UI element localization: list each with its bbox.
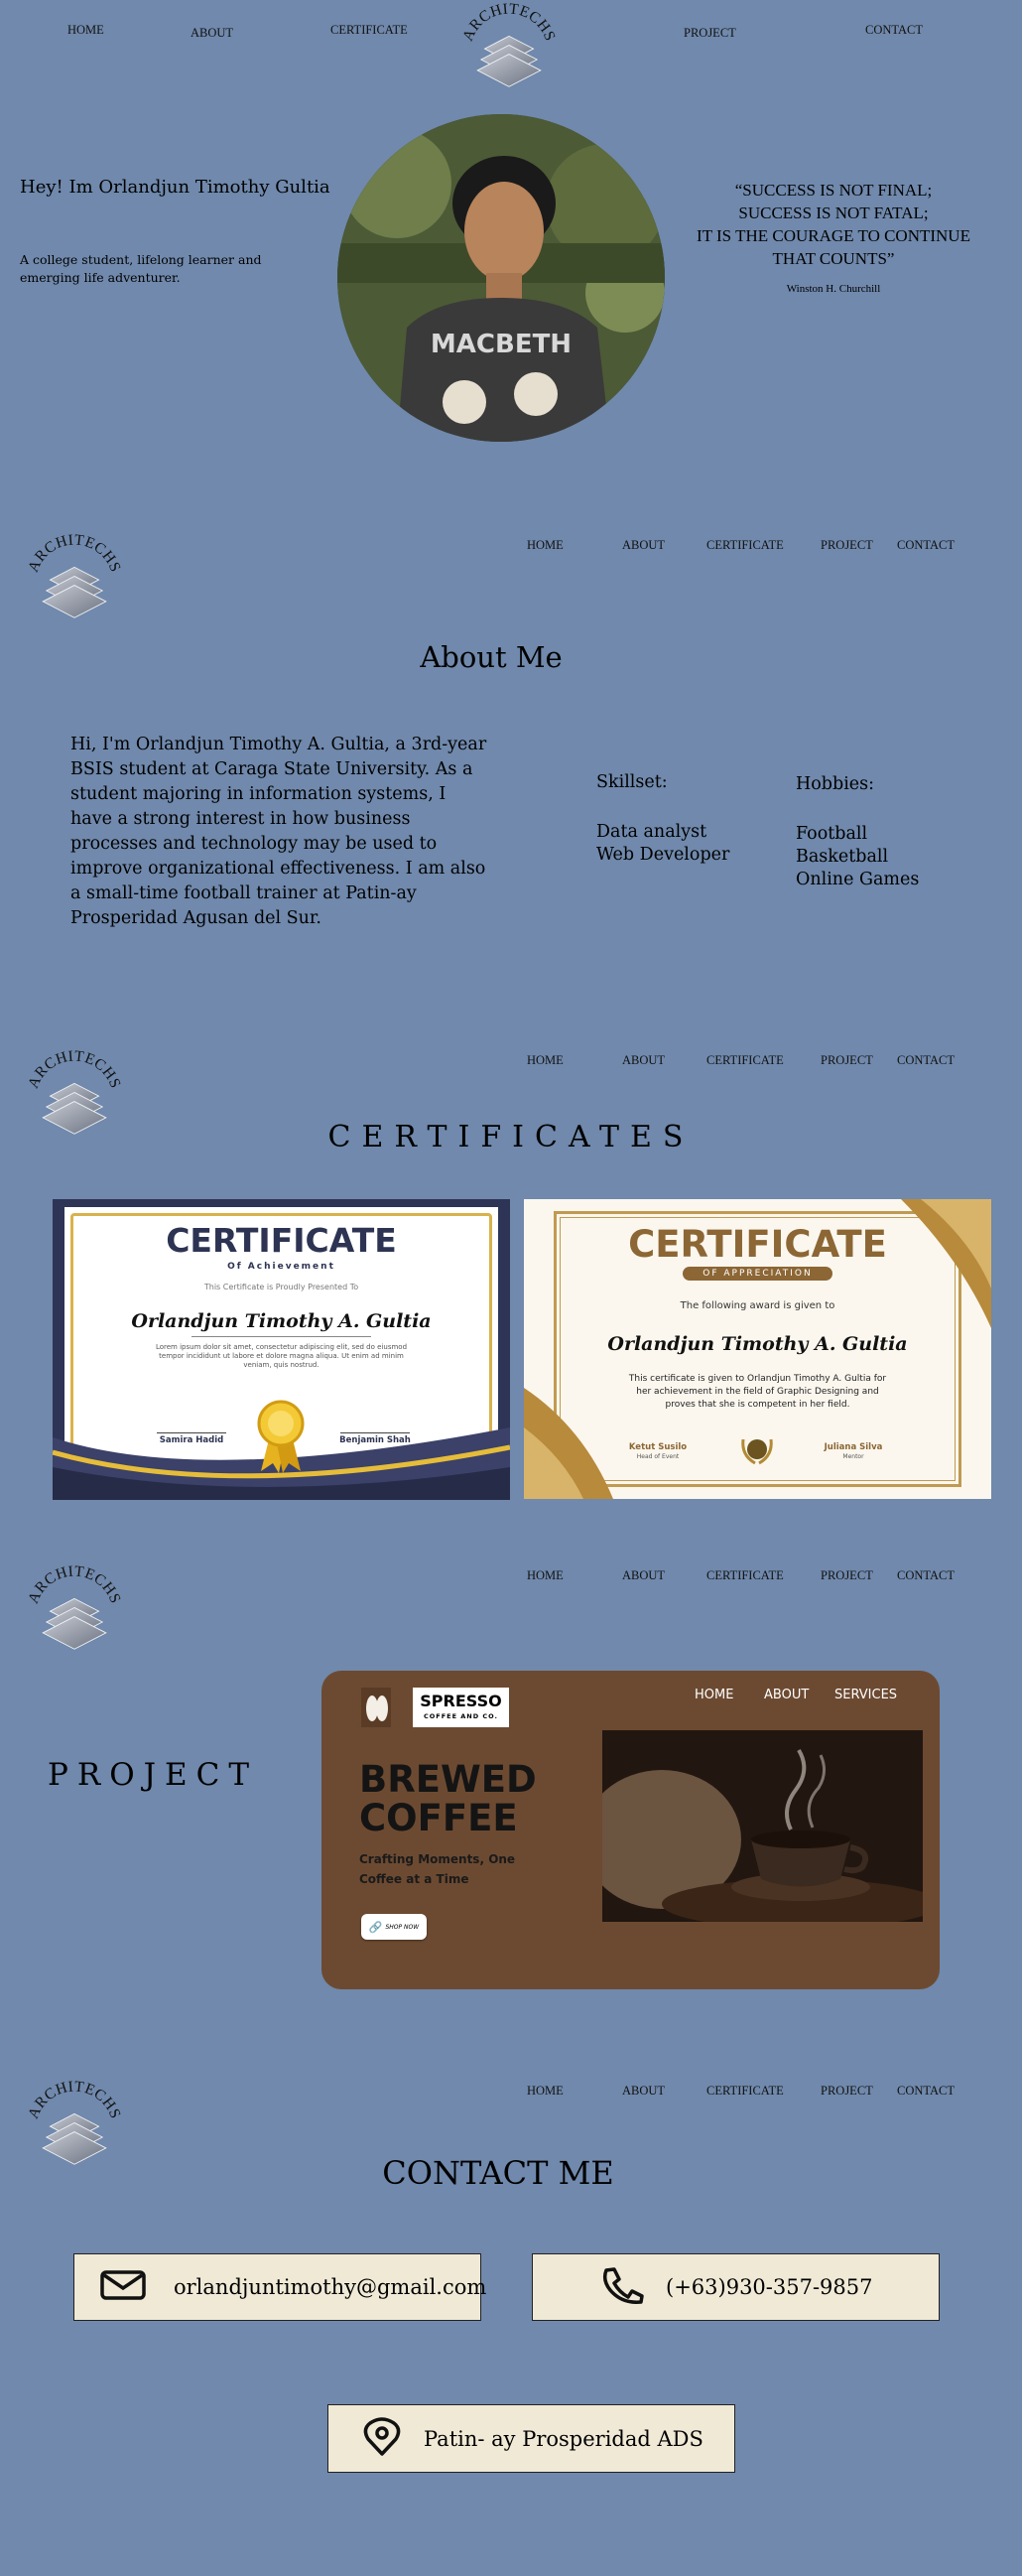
project-nav-about[interactable]: ABOUT: [764, 1688, 809, 1702]
architechs-logo[interactable]: [454, 0, 564, 99]
hobbies-heading: Hobbies:: [796, 774, 875, 794]
nav-contact[interactable]: CONTACT: [897, 538, 955, 553]
nav-about[interactable]: ABOUT: [622, 2084, 665, 2099]
link-icon: 🔗: [368, 1920, 383, 1934]
about-title: About Me: [420, 640, 563, 674]
shop-now-label: SHOP NOW: [385, 1923, 420, 1931]
quote-author: Winston H. Churchill: [786, 283, 881, 295]
hobby-item: Football: [796, 824, 868, 844]
email-contact[interactable]: orlandjuntimothy@gmail.com: [73, 2253, 486, 2321]
quote-line-3: IT IS THE COURAGE TO CONTINUE: [697, 226, 970, 245]
envelope-icon: [100, 2270, 146, 2304]
project-nav-services[interactable]: SERVICES: [834, 1688, 897, 1702]
cert1-presented: This Certificate is Proudly Presented To: [203, 1283, 359, 1291]
award-ribbon-icon: [257, 1400, 305, 1473]
email-text: orlandjuntimothy@gmail.com: [174, 2275, 487, 2299]
nav-home[interactable]: HOME: [527, 1053, 564, 1068]
coffee-bean-icon: [361, 1688, 391, 1727]
brand-name: SPRESSO: [420, 1692, 502, 1710]
quote-line-4: THAT COUNTS”: [772, 249, 895, 268]
phone-contact[interactable]: (+63)930-357-9857: [532, 2253, 940, 2321]
nav-certificate[interactable]: CERTIFICATE: [706, 538, 784, 553]
architechs-logo[interactable]: [20, 1562, 129, 1662]
phone-icon: [600, 2266, 644, 2308]
nav-about[interactable]: ABOUT: [622, 538, 665, 553]
cert2-subheading: OF APPRECIATION: [683, 1267, 832, 1281]
nav-home[interactable]: HOME: [527, 1568, 564, 1583]
certificate-achievement[interactable]: CERTIFICATE Of Achievement This Certific…: [53, 1199, 510, 1500]
brand-sub: COFFEE AND CO.: [423, 1712, 499, 1720]
certificates-title: CERTIFICATES: [327, 1120, 695, 1154]
nav-certificate[interactable]: CERTIFICATE: [706, 1568, 784, 1583]
nav-contact[interactable]: CONTACT: [897, 1053, 955, 1068]
project-headline: BREWED COFFEE: [359, 1760, 537, 1837]
nav-project[interactable]: PROJECT: [821, 538, 873, 553]
cert2-sig-right: Juliana Silva: [824, 1442, 883, 1452]
nav-project[interactable]: PROJECT: [821, 1053, 873, 1068]
cert1-heading: CERTIFICATE: [166, 1221, 397, 1260]
nav-home[interactable]: HOME: [527, 2084, 564, 2099]
quote-line-2: SUCCESS IS NOT FATAL;: [738, 203, 929, 222]
nav-home[interactable]: HOME: [67, 23, 104, 38]
cert1-sig-left: Samira Hadid: [159, 1435, 224, 1445]
about-body: Hi, I'm Orlandjun Timothy A. Gultia, a 3…: [70, 735, 487, 928]
nav-project[interactable]: PROJECT: [684, 26, 736, 41]
cert2-heading: CERTIFICATE: [628, 1223, 887, 1266]
cert2-sig-left-role: Head of Event: [636, 1453, 680, 1460]
svg-text:MACBETH: MACBETH: [431, 330, 572, 359]
nav-contact[interactable]: CONTACT: [897, 2084, 955, 2099]
certificate-appreciation[interactable]: CERTIFICATE OF APPRECIATION The followin…: [524, 1199, 991, 1499]
nav-project[interactable]: PROJECT: [821, 1568, 873, 1583]
cert1-name: Orlandjun Timothy A. Gultia: [131, 1310, 432, 1332]
coffee-cup-image: [602, 1730, 923, 1922]
nav-about[interactable]: ABOUT: [191, 26, 233, 41]
nav-project[interactable]: PROJECT: [821, 2084, 873, 2099]
laurel-icon: [741, 1438, 773, 1465]
nav-about[interactable]: ABOUT: [622, 1568, 665, 1583]
project-tagline: Crafting Moments, One Coffee at a Time: [359, 1852, 516, 1886]
cert2-body: This certificate is given to Orlandjun T…: [628, 1374, 887, 1410]
nav-certificate[interactable]: CERTIFICATE: [706, 1053, 784, 1068]
address-text: Patin- ay Prosperidad ADS: [424, 2426, 703, 2451]
nav-contact[interactable]: CONTACT: [897, 1568, 955, 1583]
brand-logo[interactable]: SPRESSO COFFEE AND CO.: [413, 1688, 509, 1727]
cert1-subheading: Of Achievement: [227, 1262, 335, 1272]
cert2-given: The following award is given to: [680, 1300, 835, 1311]
skill-item: Web Developer: [596, 845, 730, 865]
project-title: PROJECT: [48, 1757, 259, 1793]
skill-item: Data analyst: [596, 822, 707, 842]
shop-now-button[interactable]: 🔗 SHOP NOW: [361, 1914, 427, 1940]
hero-tagline: A college student, lifelong learner and …: [20, 252, 262, 285]
cert1-sig-right: Benjamin Shah: [339, 1435, 411, 1445]
nav-about[interactable]: ABOUT: [622, 1053, 665, 1068]
cert2-sig-right-role: Mentor: [842, 1453, 864, 1460]
location-pin-icon: [360, 2416, 404, 2461]
architechs-logo[interactable]: [20, 531, 129, 630]
contact-title: CONTACT ME: [382, 2154, 614, 2192]
headline-line-1: BREWED: [359, 1758, 537, 1801]
phone-text: (+63)930-357-9857: [666, 2275, 873, 2299]
quote-line-1: “SUCCESS IS NOT FINAL;: [734, 181, 933, 200]
project-nav-home[interactable]: HOME: [695, 1688, 733, 1702]
nav-contact[interactable]: CONTACT: [865, 23, 923, 38]
nav-certificate[interactable]: CERTIFICATE: [330, 23, 408, 38]
hobby-item: Online Games: [796, 870, 920, 889]
headline-line-2: COFFEE: [359, 1797, 518, 1839]
cert2-sig-left: Ketut Susilo: [628, 1442, 688, 1452]
project-preview-card[interactable]: SPRESSO COFFEE AND CO. HOME ABOUT SERVIC…: [321, 1671, 940, 1989]
hobby-item: Basketball: [796, 847, 889, 867]
quote-block: “SUCCESS IS NOT FINAL; SUCCESS IS NOT FA…: [685, 179, 982, 270]
cert2-name: Orlandjun Timothy A. Gultia: [607, 1333, 908, 1355]
address-contact[interactable]: Patin- ay Prosperidad ADS: [327, 2404, 735, 2473]
hero-greeting: Hey! Im Orlandjun Timothy Gultia: [20, 177, 330, 198]
nav-home[interactable]: HOME: [527, 538, 564, 553]
nav-certificate[interactable]: CERTIFICATE: [706, 2084, 784, 2099]
profile-photo: MACBETH: [337, 114, 665, 442]
cert1-body: Lorem ipsum dolor sit amet, consectetur …: [155, 1343, 408, 1369]
skillset-heading: Skillset:: [596, 772, 668, 792]
